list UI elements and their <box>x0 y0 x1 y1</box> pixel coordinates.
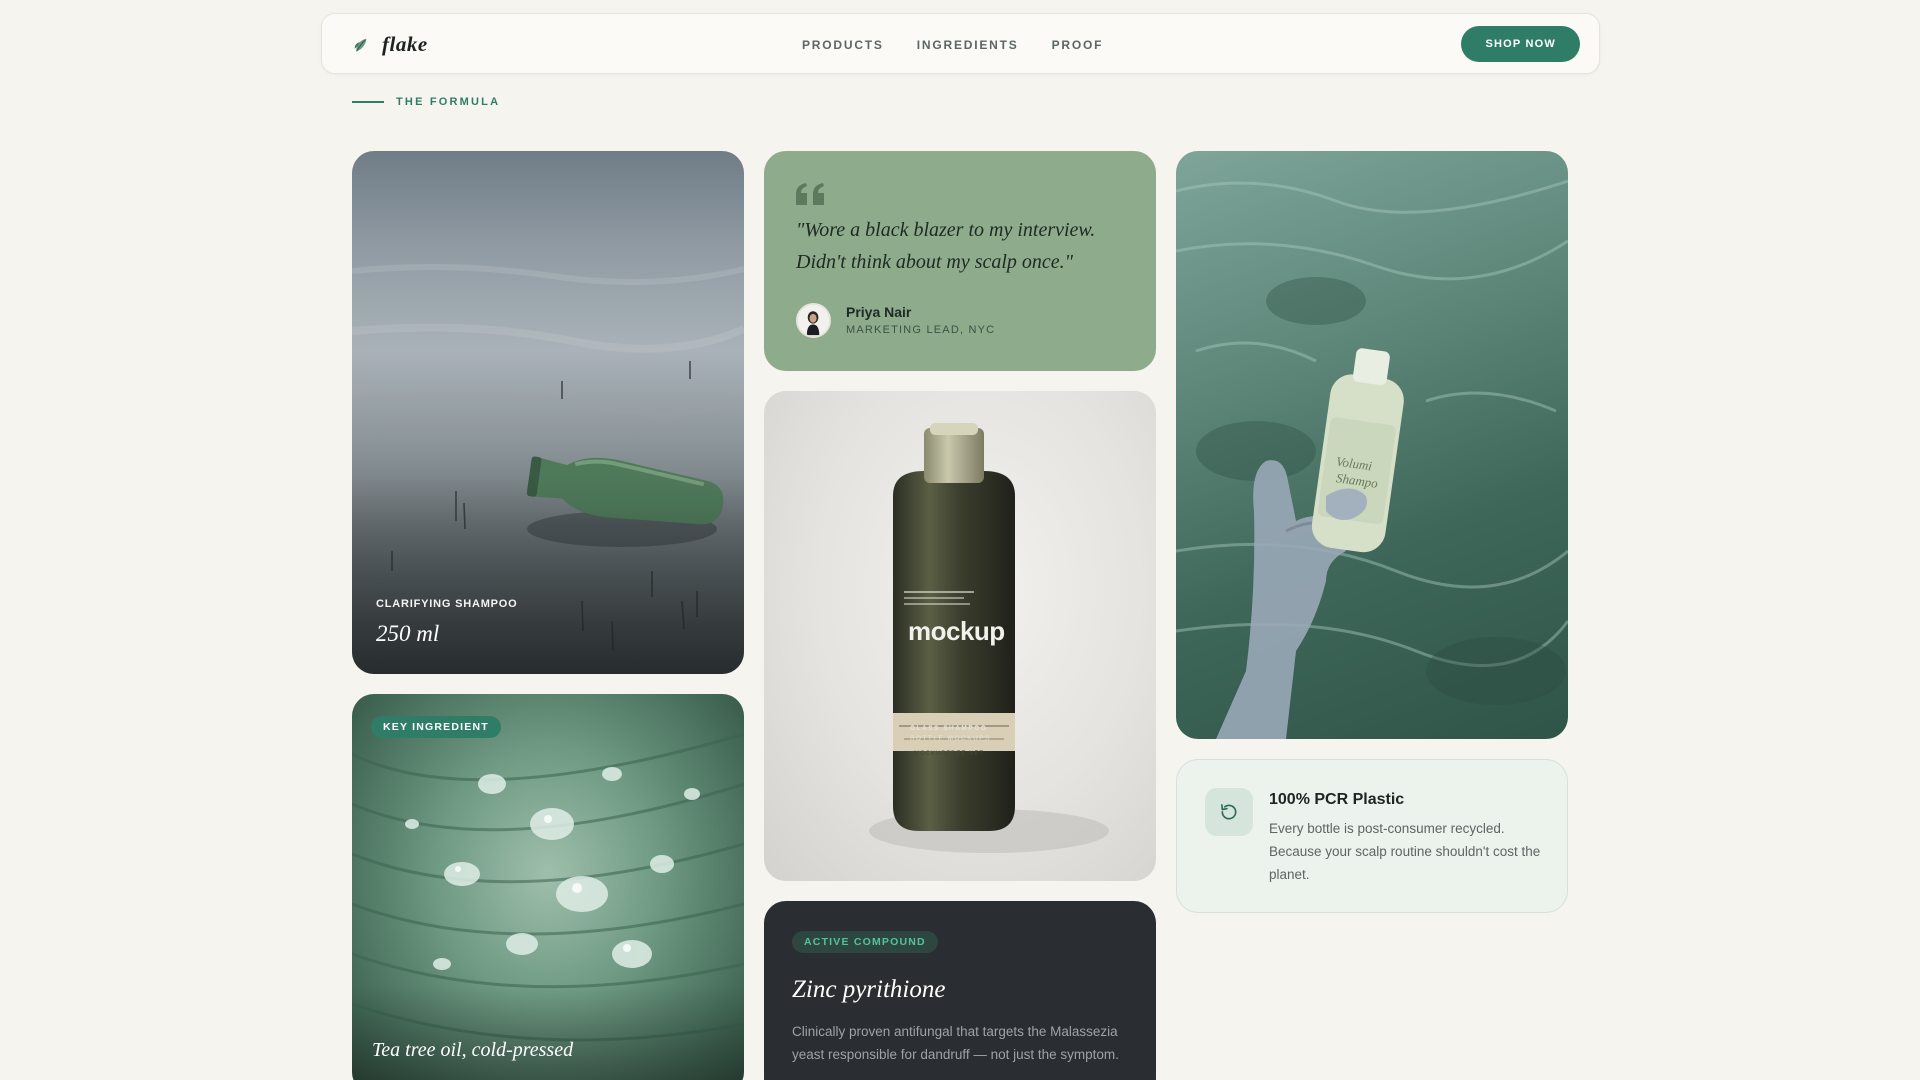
main-menu: PRODUCTS INGREDIENTS PROOF <box>802 14 1103 75</box>
product-bottle-card[interactable]: mockup GLASS SHAMPOO BOTTLE MOCKUPS MOCK… <box>764 391 1156 881</box>
ingredient-card-leaf[interactable]: KEY INGREDIENT Tea tree oil, cold-presse… <box>352 694 744 1080</box>
key-ingredient-badge: KEY INGREDIENT <box>371 716 501 738</box>
top-nav: flake PRODUCTS INGREDIENTS PROOF SHOP NO… <box>321 13 1600 74</box>
nav-proof[interactable]: PROOF <box>1052 38 1104 52</box>
product-type: CLARIFYING SHAMPOO <box>376 598 518 610</box>
testimonial-author: Priya Nair <box>846 304 912 320</box>
bottle-label-line2: BOTTLE MOCKUPS <box>910 735 991 742</box>
pcr-description: Every bottle is post-consumer recycled. … <box>1269 821 1541 882</box>
shop-now-button[interactable]: SHOP NOW <box>1461 26 1580 62</box>
product-card-water[interactable]: Volumi Shampo <box>1176 151 1568 739</box>
refresh-icon <box>1221 804 1237 820</box>
bottle-label-line3: MOCKUPFREE.NET <box>914 751 985 757</box>
product-card-lake[interactable]: CLARIFYING SHAMPOO 250 ml <box>352 151 744 674</box>
brand-name: flake <box>382 32 428 56</box>
quote-icon <box>796 183 824 205</box>
pcr-plastic-card: 100% PCR Plastic Every bottle is post-co… <box>1176 759 1568 913</box>
section-divider <box>352 101 384 103</box>
nav-products[interactable]: PRODUCTS <box>802 38 884 52</box>
testimonial-quote: "Wore a black blazer to my interview. Di… <box>796 219 1096 273</box>
bottle-brand-mark: mockup <box>908 616 1005 646</box>
testimonial-card: "Wore a black blazer to my interview. Di… <box>764 151 1156 371</box>
testimonial-role: MARKETING LEAD, NYC <box>846 324 996 336</box>
compound-name: Zinc pyrithione <box>792 976 946 1003</box>
active-compound-badge: ACTIVE COMPOUND <box>792 931 938 953</box>
section-title: THE FORMULA <box>396 96 501 108</box>
compound-description: Clinically proven antifungal that target… <box>792 1024 1119 1062</box>
nav-ingredients[interactable]: INGREDIENTS <box>917 38 1019 52</box>
section-label: THE FORMULA <box>352 96 500 108</box>
leaf-icon <box>354 38 367 52</box>
hand-bottle-water-image <box>1176 179 1568 739</box>
bottle-label-line1: GLASS SHAMPOO <box>910 725 988 732</box>
active-compound-card: ACTIVE COMPOUND Zinc pyrithione Clinical… <box>764 901 1156 1080</box>
pcr-title: 100% PCR Plastic <box>1269 791 1405 808</box>
product-volume: 250 ml <box>376 621 440 646</box>
avatar <box>796 303 831 338</box>
ingredient-caption: Tea tree oil, cold-pressed <box>372 1039 574 1061</box>
pcr-icon-box <box>1205 788 1253 836</box>
leaf-droplets-image <box>352 732 744 1080</box>
brand[interactable]: flake <box>352 14 428 75</box>
